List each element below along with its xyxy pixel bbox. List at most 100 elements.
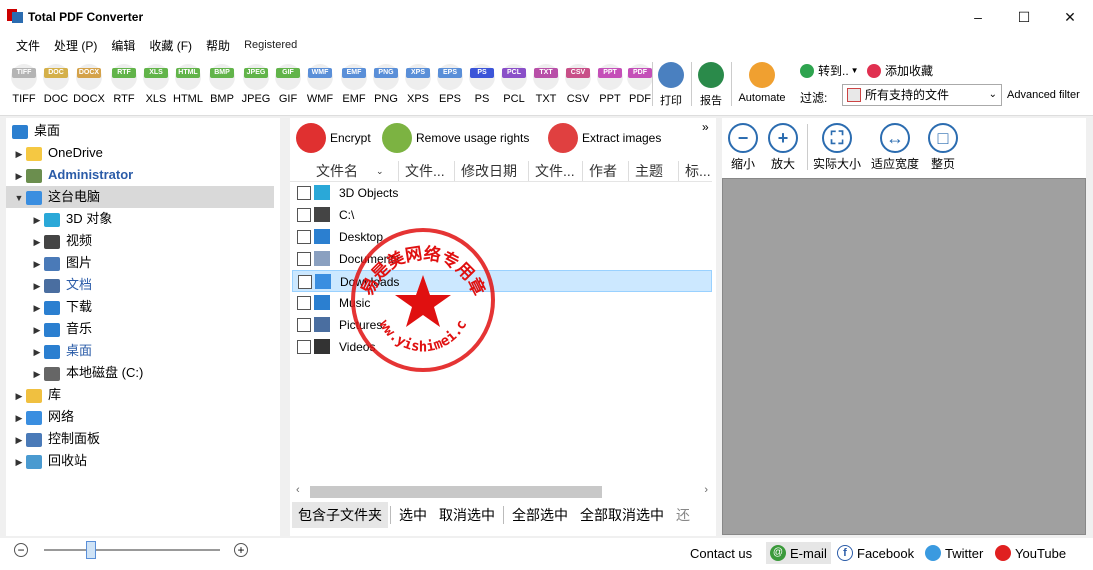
select-button[interactable]: 选中: [393, 502, 433, 528]
zoom-in-button[interactable]: + 放大: [767, 123, 799, 172]
include-subfolders-button[interactable]: 包含子文件夹: [292, 502, 388, 528]
tree-item[interactable]: ▶ 视频: [30, 230, 92, 252]
maximize-button[interactable]: ☐: [1001, 0, 1047, 34]
zoom-plus-icon[interactable]: +: [234, 543, 248, 557]
format-csv-button[interactable]: CSV CSV: [562, 64, 594, 105]
deselect-all-button[interactable]: 全部取消选中: [574, 502, 670, 528]
file-checkbox[interactable]: [297, 186, 311, 200]
column-author[interactable]: 作者: [582, 161, 617, 181]
filter-select[interactable]: 所有支持的文件 ⌄: [842, 84, 1002, 106]
horizontal-scrollbar[interactable]: ‹ ›: [296, 484, 710, 498]
file-checkbox[interactable]: [297, 230, 311, 244]
scroll-right-icon[interactable]: ›: [704, 484, 708, 496]
format-pcl-button[interactable]: PCL PCL: [498, 64, 530, 105]
expand-right-icon[interactable]: ▶: [12, 143, 26, 165]
select-all-button[interactable]: 全部选中: [506, 502, 574, 528]
tree-item[interactable]: ▶ 网络: [12, 406, 74, 428]
tree-item[interactable]: ▶ 桌面: [30, 340, 92, 362]
remove-rights-button[interactable]: Remove usage rights: [382, 123, 529, 153]
menu-favorites[interactable]: 收藏 (F): [149, 37, 192, 54]
file-checkbox[interactable]: [297, 340, 311, 354]
column-subject[interactable]: 主题: [628, 161, 663, 181]
expand-right-icon[interactable]: ▶: [12, 407, 26, 429]
format-bmp-button[interactable]: BMP BMP: [206, 64, 238, 105]
tree-item[interactable]: ▶ 本地磁盘 (C:): [30, 362, 143, 384]
tree-item-desktop-root[interactable]: 桌面: [12, 120, 60, 142]
file-row[interactable]: C:\: [292, 204, 712, 226]
more-actions-icon[interactable]: »: [702, 120, 709, 134]
format-gif-button[interactable]: GIF GIF: [272, 64, 304, 105]
column-filename[interactable]: 文件名: [316, 161, 358, 181]
file-checkbox[interactable]: [297, 296, 311, 310]
expand-right-icon[interactable]: ▶: [30, 341, 44, 363]
format-wmf-button[interactable]: WMF WMF: [304, 64, 336, 105]
tree-item[interactable]: ▶ 库: [12, 384, 61, 406]
scroll-left-icon[interactable]: ‹: [296, 484, 300, 496]
expand-right-icon[interactable]: ▶: [30, 209, 44, 231]
column-filetype[interactable]: 文件...: [398, 161, 445, 181]
tree-item[interactable]: ▶ OneDrive: [12, 142, 103, 164]
expand-right-icon[interactable]: ▶: [12, 429, 26, 451]
encrypt-button[interactable]: Encrypt: [296, 123, 371, 153]
youtube-link[interactable]: YouTube: [995, 542, 1066, 564]
format-rtf-button[interactable]: RTF RTF: [108, 64, 140, 105]
format-doc-button[interactable]: DOC DOC: [40, 64, 72, 105]
actual-size-button[interactable]: ⛶ 实际大小: [811, 123, 863, 172]
expand-right-icon[interactable]: ▶: [30, 231, 44, 253]
expand-right-icon[interactable]: ▶: [30, 253, 44, 275]
minimize-button[interactable]: –: [955, 0, 1001, 34]
column-filesize[interactable]: 文件...: [528, 161, 575, 181]
advanced-filter-link[interactable]: Advanced filter: [1007, 89, 1080, 101]
tree-item[interactable]: ▶ 图片: [30, 252, 92, 274]
expand-right-icon[interactable]: ▶: [12, 165, 26, 187]
format-tiff-button[interactable]: TIFF TIFF: [8, 64, 40, 105]
expand-right-icon[interactable]: ▶: [12, 451, 26, 473]
format-html-button[interactable]: HTML HTML: [172, 64, 204, 105]
format-emf-button[interactable]: EMF EMF: [338, 64, 370, 105]
expand-right-icon[interactable]: ▶: [12, 385, 26, 407]
file-checkbox[interactable]: [297, 318, 311, 332]
format-ppt-button[interactable]: PPT PPT: [594, 64, 626, 105]
tree-item[interactable]: ▶ 回收站: [12, 450, 87, 472]
zoom-minus-icon[interactable]: −: [14, 543, 28, 557]
zoom-out-button[interactable]: − 缩小: [727, 123, 759, 172]
column-modified[interactable]: 修改日期: [454, 161, 517, 181]
twitter-link[interactable]: Twitter: [925, 542, 983, 564]
format-ps-button[interactable]: PS PS: [466, 64, 498, 105]
format-xls-button[interactable]: XLS XLS: [140, 64, 172, 105]
expand-right-icon[interactable]: ▶: [30, 363, 44, 385]
tree-item[interactable]: ▶ 控制面板: [12, 428, 100, 450]
file-checkbox[interactable]: [297, 252, 311, 266]
whole-page-button[interactable]: □ 整页: [925, 123, 961, 172]
tree-item[interactable]: ▶ 音乐: [30, 318, 92, 340]
format-png-button[interactable]: PNG PNG: [370, 64, 402, 105]
email-link[interactable]: @ E-mail: [766, 542, 831, 564]
expand-down-icon[interactable]: ▼: [12, 187, 26, 209]
fit-width-button[interactable]: ↔ 适应宽度: [869, 123, 921, 172]
menu-file[interactable]: 文件: [16, 37, 40, 54]
print-button[interactable]: 打印: [656, 62, 686, 108]
goto-button[interactable]: 转到.. ▼: [800, 62, 859, 79]
facebook-link[interactable]: f Facebook: [837, 542, 914, 564]
tree-item[interactable]: ▶ 下载: [30, 296, 92, 318]
expand-right-icon[interactable]: ▶: [30, 275, 44, 297]
zoom-slider[interactable]: [44, 538, 220, 562]
menu-help[interactable]: 帮助: [206, 37, 230, 54]
expand-right-icon[interactable]: ▶: [30, 319, 44, 341]
more-button[interactable]: 还: [670, 502, 696, 528]
menu-process[interactable]: 处理 (P): [54, 37, 97, 54]
file-checkbox[interactable]: [298, 275, 312, 289]
deselect-button[interactable]: 取消选中: [433, 502, 501, 528]
format-docx-button[interactable]: DOCX DOCX: [73, 64, 105, 105]
scrollbar-thumb[interactable]: [310, 486, 602, 498]
file-checkbox[interactable]: [297, 208, 311, 222]
tree-item[interactable]: ▼ 这台电脑: [6, 186, 274, 208]
tree-item[interactable]: ▶ 文档: [30, 274, 92, 296]
column-title[interactable]: 标...: [678, 161, 711, 181]
add-favorite-button[interactable]: 添加收藏: [867, 62, 933, 79]
format-jpeg-button[interactable]: JPEG JPEG: [240, 64, 272, 105]
automate-button[interactable]: Automate: [736, 62, 788, 104]
close-button[interactable]: ✕: [1047, 0, 1093, 34]
tree-item[interactable]: ▶ Administrator: [12, 164, 133, 186]
slider-thumb[interactable]: [86, 541, 96, 559]
